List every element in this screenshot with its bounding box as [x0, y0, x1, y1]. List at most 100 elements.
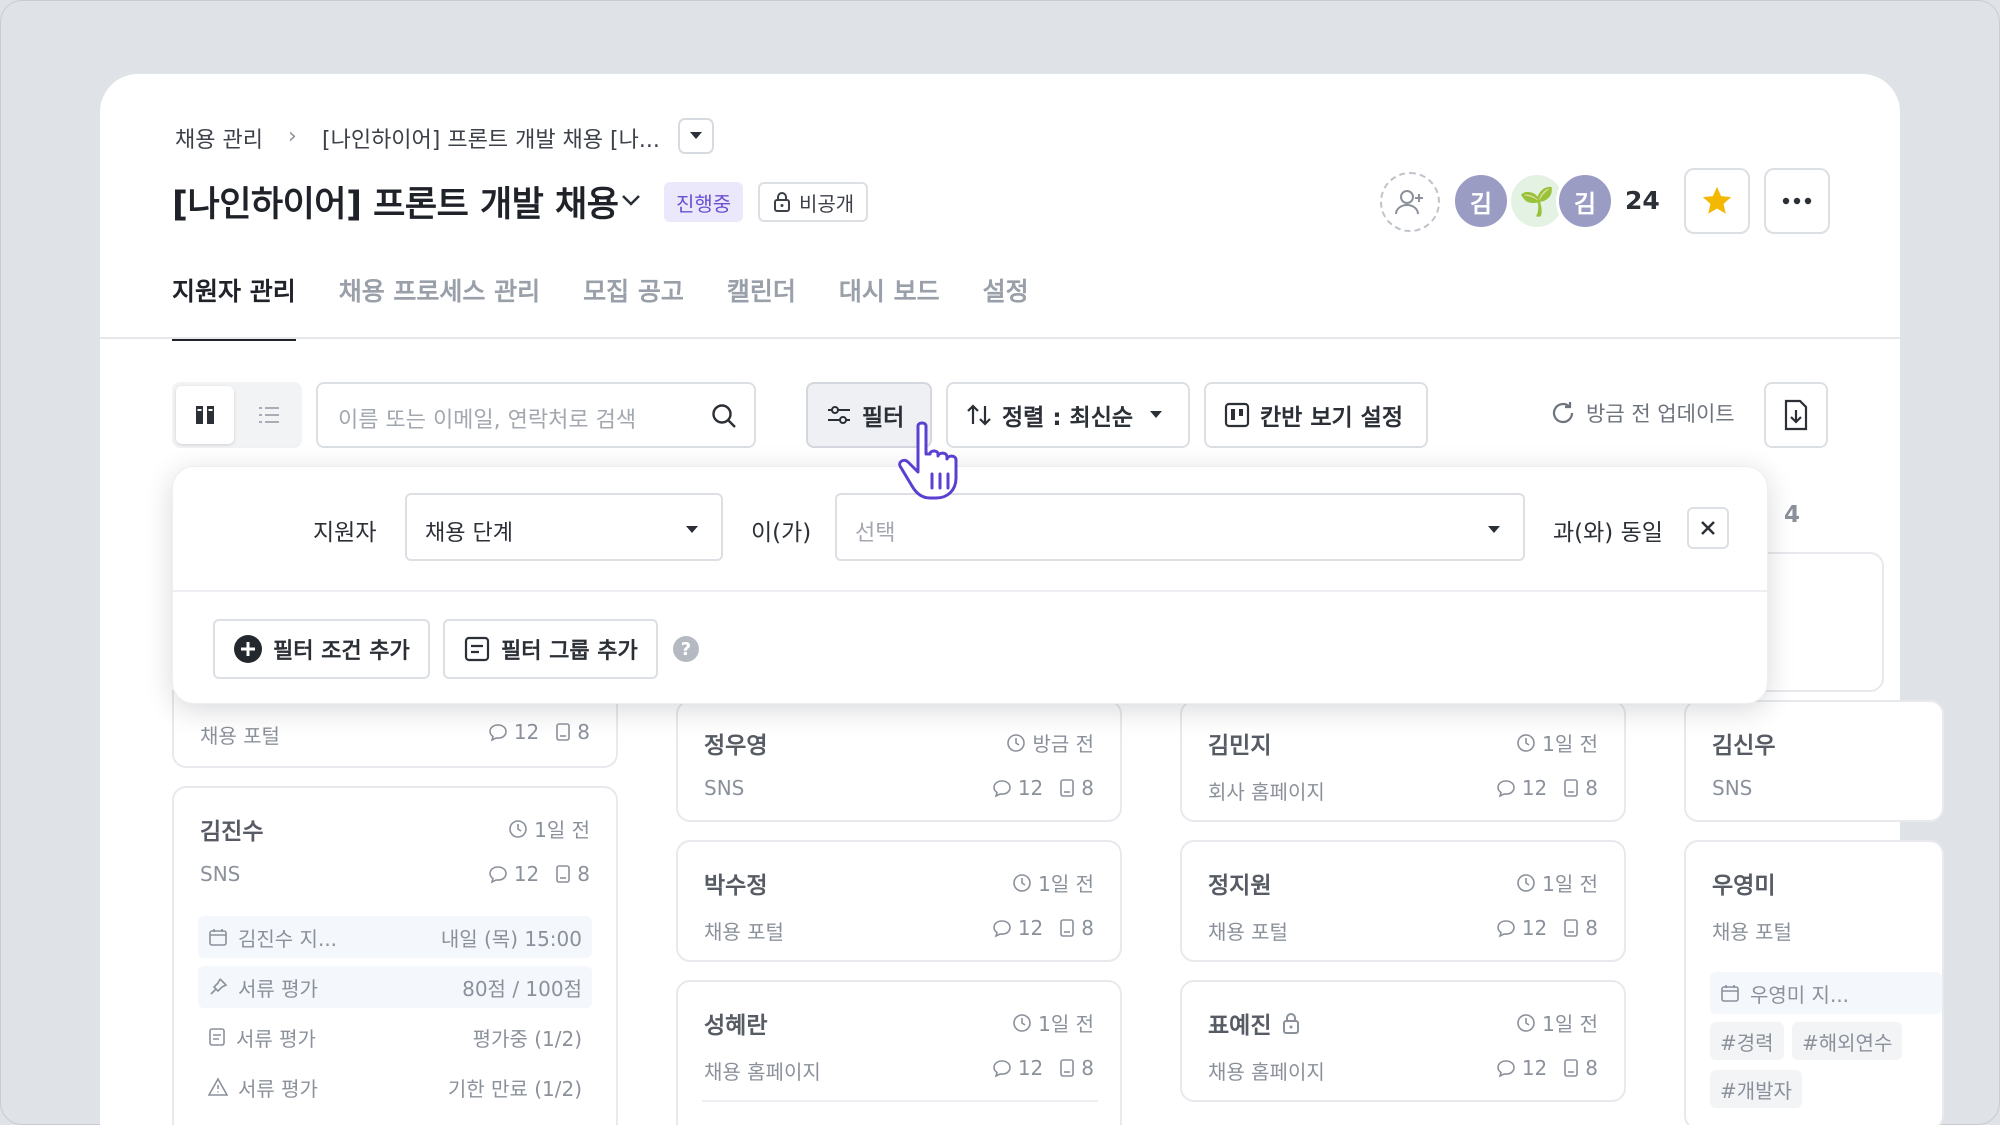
tag-chip[interactable]: #경력	[1710, 1022, 1784, 1060]
row-value: 내일 (목) 15:00	[440, 926, 582, 951]
comment-count: 12	[1521, 776, 1548, 800]
sort-label: 정렬 : 최신순	[1002, 405, 1134, 431]
search-input[interactable]: 이름 또는 이메일, 연락처로 검색	[316, 382, 756, 448]
kanban-settings-label: 칸반 보기 설정	[1260, 405, 1403, 431]
document-count: 8	[1585, 1056, 1598, 1080]
row-label: 서류 평가	[238, 976, 318, 1001]
tab-calendar[interactable]: 캘린더	[727, 272, 796, 341]
comment-icon	[1497, 1060, 1515, 1078]
applicant-source: 채용 홈페이지	[1208, 1060, 1325, 1084]
comment-icon	[489, 724, 507, 742]
document-icon	[1060, 919, 1075, 937]
applicant-time: 1일 전	[1516, 1008, 1598, 1037]
visibility-label: 비공개	[799, 191, 855, 216]
card-counts: 12 8	[1496, 776, 1598, 800]
add-group-label: 필터 그룹 추가	[501, 639, 638, 664]
breadcrumb-current[interactable]: [나인하이어] 프론트 개발 채용 [나...	[322, 122, 660, 154]
time-label: 1일 전	[1542, 732, 1598, 756]
applicant-card[interactable]: 김민지 1일 전 회사 홈페이지 12 8	[1180, 700, 1626, 822]
refresh-icon	[1552, 402, 1574, 424]
breadcrumb-dropdown-button[interactable]	[678, 118, 714, 154]
title-chevron-down-icon[interactable]	[620, 192, 642, 211]
card-counts: 12 8	[992, 1056, 1094, 1080]
lock-icon	[1283, 1013, 1300, 1034]
view-toggle	[172, 382, 302, 448]
applicant-name: 김진수	[200, 819, 264, 845]
applicant-source: 채용 포털	[704, 920, 784, 944]
schedule-row[interactable]: 김진수 지... 내일 (목) 15:00	[198, 916, 592, 958]
applicant-time: 1일 전	[1012, 868, 1094, 897]
member-count[interactable]: 24	[1625, 186, 1660, 215]
sort-button[interactable]: 정렬 : 최신순	[946, 382, 1190, 448]
applicant-card[interactable]: 우영미 채용 포털 우영미 지... #경력 #해외연수 #개발자	[1684, 840, 1944, 1125]
add-member-button[interactable]	[1380, 172, 1440, 232]
tab-process[interactable]: 채용 프로세스 관리	[339, 272, 540, 341]
lock-icon	[774, 192, 790, 212]
column-count: 4	[1784, 502, 1801, 528]
kanban-settings-button[interactable]: 칸반 보기 설정	[1204, 382, 1428, 448]
filter-field-select[interactable]: 채용 단계	[405, 493, 723, 561]
time-label: 방금 전	[1032, 732, 1094, 756]
card-counts: 12 8	[488, 862, 590, 886]
evaluation-row[interactable]: 서류 평가 평가중 (1/2)	[198, 1016, 592, 1058]
caret-down-icon	[1488, 526, 1500, 533]
row-label: 우영미 지...	[1750, 982, 1850, 1007]
plus-circle-icon	[234, 635, 262, 663]
applicant-name: 우영미	[1712, 873, 1776, 899]
tab-applicants[interactable]: 지원자 관리	[172, 272, 296, 341]
add-filter-condition-button[interactable]: 필터 조건 추가	[213, 619, 430, 679]
sort-arrows-icon	[967, 404, 991, 426]
help-icon[interactable]: ?	[673, 636, 699, 662]
document-count: 8	[1081, 916, 1094, 940]
applicant-card[interactable]: 표예진 1일 전 채용 홈페이지 12 8	[1180, 980, 1626, 1102]
comment-icon	[1497, 780, 1515, 798]
card-counts: 12 8	[992, 776, 1094, 800]
more-options-button[interactable]	[1764, 168, 1830, 234]
comment-count: 12	[513, 720, 540, 744]
member-avatar[interactable]: 김	[1452, 172, 1510, 230]
filter-subject-label: 지원자	[313, 520, 377, 546]
tab-dashboard[interactable]: 대시 보드	[839, 272, 940, 341]
card-counts: 12 8	[1496, 1056, 1598, 1080]
applicant-card[interactable]: 정우영 방금 전 SNS 12 8	[676, 700, 1122, 822]
caret-down-icon	[686, 526, 698, 533]
applicant-card[interactable]: 성혜란 1일 전 채용 홈페이지 12 8	[676, 980, 1122, 1125]
tag-chip[interactable]: #개발자	[1710, 1070, 1802, 1108]
breadcrumb-separator-icon: ›	[288, 124, 297, 149]
comment-count: 12	[1521, 916, 1548, 940]
tag-chip[interactable]: #해외연수	[1792, 1022, 1903, 1060]
kanban-view-button[interactable]	[176, 386, 234, 444]
row-label: 김진수 지...	[238, 926, 338, 951]
list-view-button[interactable]	[240, 386, 298, 444]
applicant-card[interactable]: 김진수 1일 전 SNS 12 8 김진수 지... 내일 (목) 15:00 …	[172, 786, 618, 1125]
applicant-source: 채용 포털	[1208, 920, 1288, 944]
evaluation-row[interactable]: 서류 평가 기한 만료 (1/2)	[198, 1066, 592, 1108]
document-icon	[1564, 779, 1579, 797]
export-button[interactable]	[1764, 382, 1828, 448]
document-count: 8	[1081, 1056, 1094, 1080]
comment-count: 12	[1017, 1056, 1044, 1080]
add-filter-group-button[interactable]: 필터 그룹 추가	[443, 619, 658, 679]
member-avatar[interactable]: 김	[1556, 172, 1614, 230]
page-title: [나인하이어] 프론트 개발 채용	[172, 185, 619, 225]
refresh-button[interactable]: 방금 전 업데이트	[1550, 398, 1735, 428]
schedule-row[interactable]: 우영미 지...	[1710, 972, 1942, 1014]
tab-job-posting[interactable]: 모집 공고	[583, 272, 684, 341]
row-value: 기한 만료 (1/2)	[447, 1076, 582, 1101]
tab-settings[interactable]: 설정	[983, 272, 1029, 341]
card-counts: 12 8	[992, 916, 1094, 940]
breadcrumb-root[interactable]: 채용 관리	[175, 122, 263, 154]
applicant-name: 박수정	[704, 873, 768, 899]
remove-condition-button[interactable]	[1687, 507, 1729, 549]
clock-icon	[1013, 1013, 1031, 1032]
favorite-button[interactable]	[1684, 168, 1750, 234]
kanban-icon	[196, 406, 214, 424]
applicant-source: 회사 홈페이지	[1208, 780, 1325, 804]
filter-value-select[interactable]: 선택	[835, 493, 1525, 561]
applicant-card[interactable]: 김신우 SNS	[1684, 700, 1944, 822]
clock-icon	[1517, 1013, 1535, 1032]
applicant-card[interactable]: 정지원 1일 전 채용 포털 12 8	[1180, 840, 1626, 962]
applicant-card[interactable]: 박수정 1일 전 채용 포털 12 8	[676, 840, 1122, 962]
applicant-source: 채용 포털	[1712, 920, 1792, 944]
evaluation-row[interactable]: 서류 평가 80점 / 100점	[198, 966, 592, 1008]
